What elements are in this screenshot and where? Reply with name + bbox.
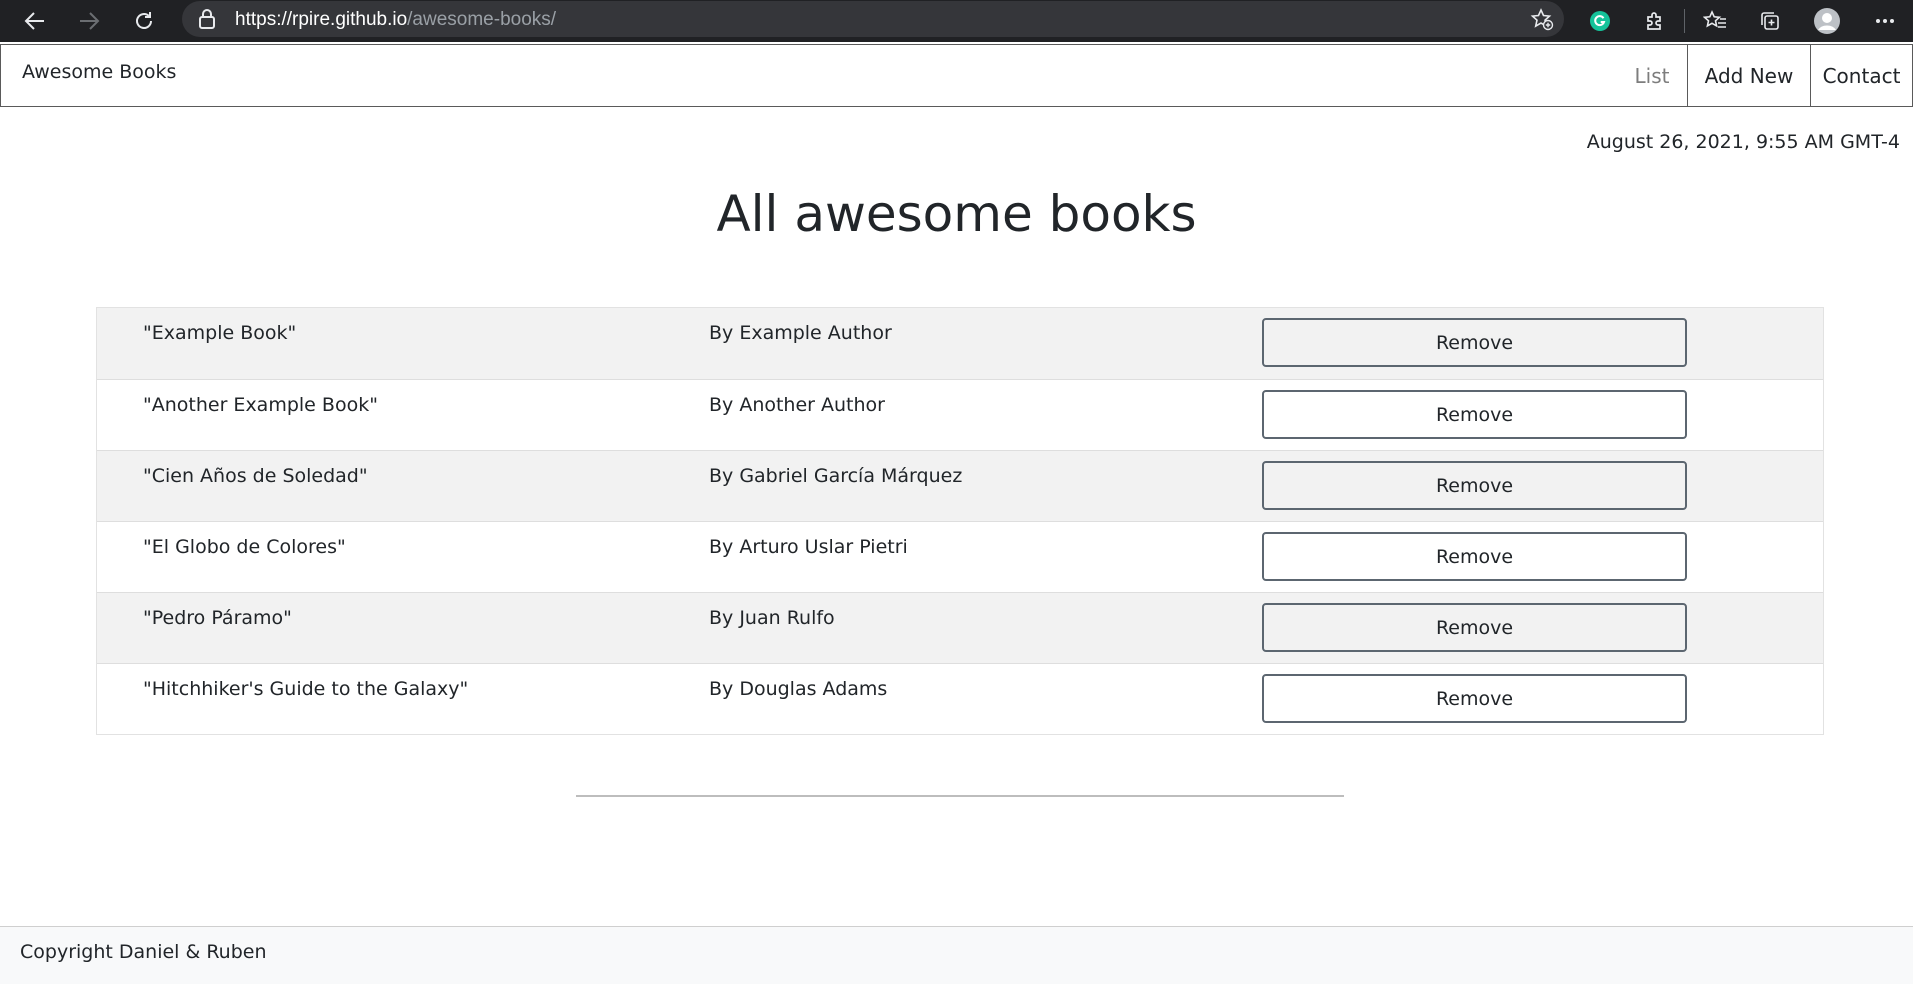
profile-avatar-icon[interactable] bbox=[1812, 6, 1842, 36]
footer: Copyright Daniel & Ruben bbox=[0, 926, 1913, 984]
book-author: By Example Author bbox=[709, 322, 892, 344]
grammarly-icon[interactable] bbox=[1585, 6, 1615, 36]
forward-arrow-icon[interactable] bbox=[73, 5, 105, 37]
url-text: https://rpire.github.io/awesome-books/ bbox=[235, 9, 556, 31]
page-title: All awesome books bbox=[716, 185, 1197, 243]
book-author: By Arturo Uslar Pietri bbox=[709, 536, 908, 558]
add-favorite-icon[interactable] bbox=[1530, 7, 1554, 31]
book-title: "Cien Años de Soledad" bbox=[143, 465, 368, 487]
collections-icon[interactable] bbox=[1755, 6, 1785, 36]
nav-contact-link[interactable]: Contact bbox=[1811, 45, 1912, 106]
more-options-icon[interactable] bbox=[1870, 6, 1900, 36]
book-row: "Example Book" By Example Author Remove bbox=[97, 308, 1823, 379]
book-title: "Pedro Páramo" bbox=[143, 607, 292, 629]
remove-button[interactable]: Remove bbox=[1262, 390, 1687, 439]
browser-toolbar: https://rpire.github.io/awesome-books/ bbox=[0, 0, 1913, 42]
book-list: "Example Book" By Example Author Remove … bbox=[96, 307, 1824, 735]
remove-button[interactable]: Remove bbox=[1262, 603, 1687, 652]
favorites-icon[interactable] bbox=[1700, 6, 1730, 36]
extensions-icon[interactable] bbox=[1640, 6, 1670, 36]
book-title: "Hitchhiker's Guide to the Galaxy" bbox=[143, 678, 469, 700]
book-title: "Example Book" bbox=[143, 322, 297, 344]
book-row: "Cien Años de Soledad" By Gabriel García… bbox=[97, 450, 1823, 521]
nav-add-new-link[interactable]: Add New bbox=[1688, 45, 1810, 106]
back-arrow-icon[interactable] bbox=[19, 5, 51, 37]
book-author: By Gabriel García Márquez bbox=[709, 465, 963, 487]
remove-button[interactable]: Remove bbox=[1262, 318, 1687, 367]
book-author: By Juan Rulfo bbox=[709, 607, 835, 629]
book-title: "Another Example Book" bbox=[143, 394, 378, 416]
toolbar-divider bbox=[1684, 9, 1685, 33]
remove-button[interactable]: Remove bbox=[1262, 532, 1687, 581]
url-path: /awesome-books/ bbox=[407, 9, 557, 30]
book-author: By Douglas Adams bbox=[709, 678, 888, 700]
reload-icon[interactable] bbox=[128, 5, 160, 37]
remove-button[interactable]: Remove bbox=[1262, 461, 1687, 510]
book-title: "El Globo de Colores" bbox=[143, 536, 346, 558]
book-row: "Hitchhiker's Guide to the Galaxy" By Do… bbox=[97, 663, 1823, 734]
book-author: By Another Author bbox=[709, 394, 885, 416]
current-datetime: August 26, 2021, 9:55 AM GMT-4 bbox=[1586, 131, 1900, 153]
url-host: https://rpire.github.io bbox=[235, 9, 408, 30]
copyright-text: Copyright Daniel & Ruben bbox=[20, 941, 267, 963]
section-divider bbox=[576, 795, 1344, 797]
book-row: "Another Example Book" By Another Author… bbox=[97, 379, 1823, 450]
lock-icon[interactable] bbox=[198, 9, 216, 29]
remove-button[interactable]: Remove bbox=[1262, 674, 1687, 723]
site-navbar: Awesome Books List Add New Contact bbox=[0, 44, 1913, 107]
brand-link[interactable]: Awesome Books bbox=[22, 61, 176, 83]
book-row: "Pedro Páramo" By Juan Rulfo Remove bbox=[97, 592, 1823, 663]
address-bar[interactable]: https://rpire.github.io/awesome-books/ bbox=[182, 1, 1564, 37]
book-row: "El Globo de Colores" By Arturo Uslar Pi… bbox=[97, 521, 1823, 592]
nav-list-link[interactable]: List bbox=[1616, 45, 1688, 106]
